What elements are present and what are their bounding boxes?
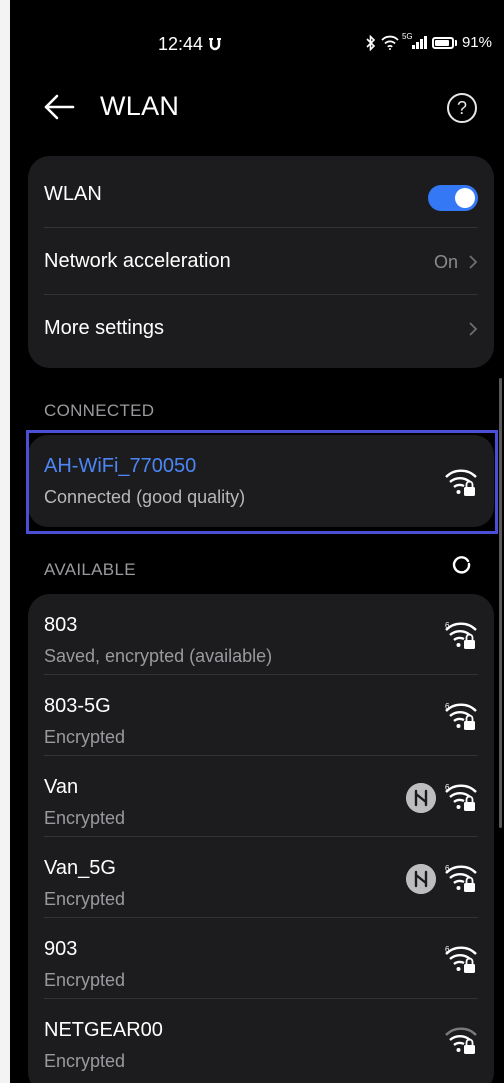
wifi-6-badge: 6	[445, 864, 450, 873]
chevron-right-icon	[469, 255, 478, 269]
wifi-status-icon	[381, 35, 399, 50]
wlan-toggle[interactable]	[428, 185, 478, 211]
wifi-6-badge: 6	[445, 945, 450, 954]
chevron-right-icon	[469, 322, 478, 336]
wifi-6-locked-icon: 6	[445, 621, 477, 649]
selection-highlight	[26, 430, 498, 534]
settings-card: WLAN Network acceleration On More settin…	[28, 156, 494, 368]
network-name: 803	[44, 614, 78, 636]
help-icon: ?	[456, 97, 467, 118]
back-arrow-icon[interactable]	[42, 92, 76, 122]
wifi-6-locked-icon: 6	[445, 702, 477, 730]
network-acceleration-row[interactable]: Network acceleration On	[28, 229, 494, 295]
network-type-label: 5G	[401, 32, 413, 41]
network-status: Encrypted	[44, 727, 126, 747]
alarm-icon	[209, 38, 221, 51]
network-row-van-5g[interactable]: Van_5G Encrypted 6	[28, 837, 494, 918]
available-section-label: AVAILABLE	[44, 560, 136, 579]
wifi-6-locked-icon: 6	[445, 864, 477, 892]
network-name: Van	[44, 776, 79, 798]
network-row-netgear00[interactable]: NETGEAR00 Encrypted	[28, 999, 494, 1080]
wlan-label: WLAN	[44, 183, 102, 205]
wifi-6-locked-icon: 6	[445, 945, 477, 973]
available-networks-card: 803 Saved, encrypted (available) 6 803-5…	[28, 594, 494, 1083]
wifi-6-badge: 6	[445, 783, 450, 792]
wifi-6-badge: 6	[445, 621, 450, 630]
network-row-903[interactable]: 903 Encrypted 6	[28, 918, 494, 999]
refresh-icon[interactable]	[452, 556, 472, 576]
phone-screen: 12:44 5G 91% WLAN ? WLAN Network acceler…	[10, 0, 504, 1083]
network-acceleration-value: On	[433, 252, 458, 272]
more-settings-row[interactable]: More settings	[28, 296, 494, 362]
more-settings-label: More settings	[44, 317, 165, 339]
cellular-signal-icon: 5G	[402, 32, 427, 49]
network-name: NETGEAR00	[44, 1019, 163, 1041]
network-acceleration-label: Network acceleration	[44, 250, 231, 272]
hilink-icon	[406, 864, 436, 894]
battery-icon	[431, 36, 457, 49]
connected-section-label: CONNECTED	[44, 401, 155, 420]
page-title: WLAN	[100, 91, 180, 121]
network-status: Encrypted	[44, 1051, 126, 1071]
hilink-icon	[406, 783, 436, 813]
wifi-6-locked-icon: 6	[445, 783, 477, 811]
scrollbar[interactable]	[499, 378, 502, 828]
network-name: 803-5G	[44, 695, 111, 717]
network-row-803-5g[interactable]: 803-5G Encrypted 6	[28, 675, 494, 756]
wifi-6-badge: 6	[445, 702, 450, 711]
battery-percent: 91%	[461, 34, 492, 51]
network-row-van[interactable]: Van Encrypted 6	[28, 756, 494, 837]
bluetooth-icon	[366, 34, 376, 51]
help-button[interactable]: ?	[447, 93, 477, 123]
network-row-803[interactable]: 803 Saved, encrypted (available) 6	[28, 594, 494, 675]
network-status: Saved, encrypted (available)	[44, 646, 273, 666]
status-bar: 12:44 5G 91%	[10, 30, 504, 60]
wlan-toggle-row[interactable]: WLAN	[28, 162, 494, 228]
network-status: Encrypted	[44, 970, 126, 990]
network-status: Encrypted	[44, 889, 126, 909]
network-name: 903	[44, 938, 78, 960]
network-name: Van_5G	[44, 857, 116, 879]
status-time: 12:44	[158, 34, 204, 54]
wifi-weak-locked-icon	[445, 1027, 477, 1054]
network-status: Encrypted	[44, 808, 126, 828]
app-header: WLAN ?	[10, 78, 504, 138]
